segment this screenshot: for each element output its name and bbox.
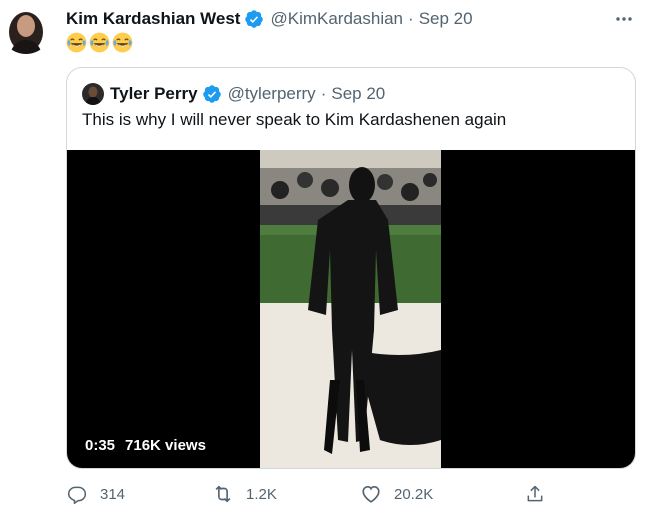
retweet-count: 1.2K — [246, 485, 277, 503]
heart-icon — [360, 483, 382, 505]
reply-count: 314 — [100, 485, 126, 503]
quoted-author-name: Tyler Perry — [110, 84, 198, 103]
video-views: 716K views — [125, 437, 206, 454]
verified-badge-icon — [244, 9, 264, 29]
retweet-icon — [212, 483, 234, 505]
like-count: 20.2K — [394, 485, 434, 503]
tweet-timestamp[interactable]: Sep 20 — [419, 9, 473, 29]
author-avatar[interactable] — [0, 2, 52, 54]
tweet[interactable]: Kim Kardashian West @KimKardashian · Sep… — [0, 0, 657, 521]
separator-dot: · — [408, 9, 414, 28]
reply-button[interactable]: 314 — [66, 480, 125, 508]
laughing-crying-emoji-icon — [89, 32, 110, 53]
video-meta: 0:35 716K views — [85, 437, 206, 454]
quoted-tweet-text: This is why I will never speak to Kim Ka… — [82, 110, 507, 129]
quoted-author-handle: @tylerperry — [227, 84, 316, 103]
more-icon[interactable] — [613, 8, 635, 30]
tweet-text — [66, 32, 133, 56]
video-player[interactable]: 0:35 716K views — [67, 150, 635, 468]
share-icon — [524, 483, 546, 505]
quoted-timestamp: Sep 20 — [331, 84, 386, 103]
reply-icon — [66, 483, 88, 505]
like-button[interactable]: 20.2K — [360, 480, 433, 508]
author-name[interactable]: Kim Kardashian West — [66, 9, 240, 29]
verified-badge-icon — [202, 84, 222, 104]
laughing-crying-emoji-icon — [112, 32, 133, 53]
tweet-actions: 314 1.2K 20.2K — [66, 480, 566, 508]
video-frame — [260, 150, 441, 468]
video-duration: 0:35 — [85, 437, 116, 454]
separator-dot: · — [320, 84, 327, 103]
author-handle[interactable]: @KimKardashian — [270, 9, 403, 29]
tweet-header: Kim Kardashian West @KimKardashian · Sep… — [66, 8, 473, 30]
quoted-tweet[interactable]: Tyler Perry @tylerperry · Sep 20 This is… — [66, 67, 636, 469]
laughing-crying-emoji-icon — [66, 32, 87, 53]
share-button[interactable] — [524, 480, 558, 508]
quoted-author-avatar — [82, 83, 104, 105]
retweet-button[interactable]: 1.2K — [212, 480, 277, 508]
quoted-tweet-header: Tyler Perry @tylerperry · Sep 20 — [82, 82, 385, 106]
